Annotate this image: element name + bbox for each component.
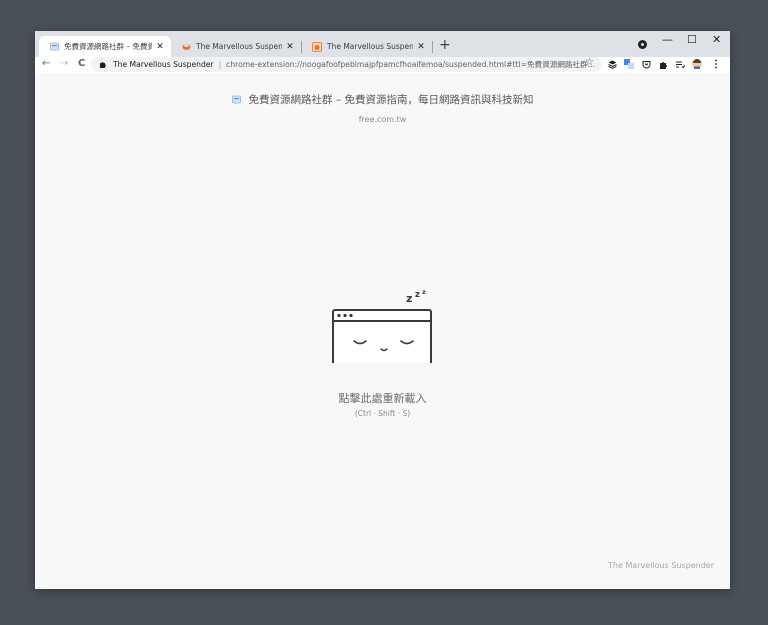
tab-free-com-tw[interactable]: 免費資源網路社群 – 免費資源指 ✕: [39, 36, 171, 57]
pocket-extension-icon[interactable]: [641, 59, 651, 69]
new-tab-button[interactable]: +: [439, 37, 451, 53]
page-title: 免費資源網路社群 – 免費資源指南，每日網路資訊與科技新知: [35, 92, 730, 107]
browser-window: 免費資源網路社群 – 免費資源指 ✕ The Marvellous Suspen…: [35, 31, 730, 589]
sleep-z-small: z: [422, 288, 426, 296]
tab-title: The Marvellous Suspender - Ch: [196, 42, 282, 51]
close-tab-icon[interactable]: ✕: [416, 42, 426, 52]
page-favicon-icon: [231, 95, 241, 104]
stack-extension-icon[interactable]: [607, 59, 617, 69]
suspended-page: 免費資源網路社群 – 免費資源指南，每日網路資訊與科技新知 free.com.t…: [35, 73, 730, 589]
maximize-button[interactable]: ☐: [687, 33, 697, 46]
page-url[interactable]: free.com.tw: [35, 115, 730, 124]
address-bar[interactable]: The Marvellous Suspender | chrome-extens…: [91, 57, 602, 72]
forward-button[interactable]: →: [60, 58, 68, 69]
tab-title: The Marvellous Suspender - 設: [327, 42, 413, 51]
site-name: The Marvellous Suspender: [113, 60, 214, 69]
reload-link[interactable]: 點擊此處重新載入: [35, 390, 730, 406]
tab-divider: [432, 41, 433, 53]
hotkey-hint: (Ctrl · Shift · S): [354, 409, 411, 418]
tab-strip: 免費資源網路社群 – 免費資源指 ✕ The Marvellous Suspen…: [35, 31, 730, 57]
tab-title: 免費資源網路社群 – 免費資源指: [64, 42, 152, 51]
suspender-favicon-icon: [312, 41, 322, 52]
more-menu-icon[interactable]: [711, 59, 721, 69]
profile-avatar[interactable]: [692, 59, 702, 69]
tab-suspender-settings[interactable]: The Marvellous Suspender - 設 ✕: [302, 36, 432, 57]
extension-puzzle-icon: [99, 60, 107, 70]
footer-brand[interactable]: The Marvellous Suspender: [608, 561, 714, 570]
omnibox-separator: |: [218, 60, 222, 69]
reload-button[interactable]: C: [78, 58, 85, 69]
page-title-text: 免費資源網路社群 – 免費資源指南，每日網路資訊與科技新知: [248, 94, 534, 106]
minimize-button[interactable]: —: [662, 33, 673, 46]
url-text: chrome-extension://noogafoofpebimajpfpam…: [226, 60, 595, 69]
close-window-button[interactable]: ✕: [712, 33, 721, 46]
sleep-z-medium: z: [415, 290, 420, 300]
translate-extension-icon[interactable]: [624, 59, 634, 69]
close-tab-icon[interactable]: ✕: [155, 42, 165, 52]
browser-toolbar: ← → C The Marvellous Suspender | chrome-…: [35, 57, 730, 73]
sleeping-window-illustration: z z z: [332, 288, 432, 363]
tab-suspender-chrome[interactable]: The Marvellous Suspender - Ch ✕: [171, 36, 301, 57]
sleep-z-large: z: [406, 292, 412, 305]
back-button[interactable]: ←: [42, 58, 50, 69]
tab-search-icon[interactable]: [638, 40, 647, 49]
bookmark-star-icon[interactable]: ☆: [585, 57, 594, 68]
reading-list-icon[interactable]: [675, 59, 685, 69]
suspender-favicon-icon: [181, 42, 191, 52]
page-favicon-icon: [49, 42, 59, 52]
extensions-puzzle-icon[interactable]: [658, 59, 668, 69]
close-tab-icon[interactable]: ✕: [285, 42, 295, 52]
